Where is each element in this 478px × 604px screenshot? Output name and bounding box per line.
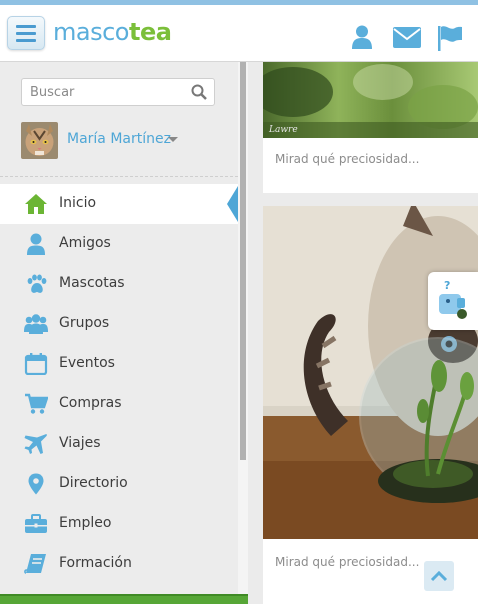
post-card[interactable]: Lawre Mirad qué preciosidad... [263,62,478,193]
sidebar-item-inicio[interactable]: Inicio [0,184,238,224]
envelope-icon[interactable] [393,27,421,48]
sidebar: María Martínez Inicio Amigos [0,62,248,604]
group-icon [24,314,48,334]
briefcase-icon [25,514,47,533]
scroll-top-button[interactable] [424,561,454,591]
cart-icon [25,393,48,414]
search-icon[interactable] [191,84,207,100]
post-image[interactable] [263,206,478,539]
post-caption: Mirad qué preciosidad... [275,152,420,166]
active-indicator [227,186,238,222]
post-card[interactable]: Mirad qué preciosidad... [263,206,478,604]
sidebar-nav: Inicio Amigos Mascotas Grupos Eventos Co… [0,184,238,584]
help-widget[interactable]: ? [428,272,478,330]
help-mascot-icon: ? [439,279,467,319]
sidebar-item-amigos[interactable]: Amigos [0,224,238,264]
map-marker-icon [28,473,44,495]
plane-icon [24,434,47,454]
menu-button[interactable] [7,16,45,50]
sidebar-item-eventos[interactable]: Eventos [0,344,238,384]
svg-text:Lawre: Lawre [268,125,298,135]
sidebar-item-label: Grupos [59,315,110,331]
sidebar-item-label: Viajes [59,435,101,451]
home-icon [25,194,47,214]
post-caption: Mirad qué preciosidad... [275,555,420,569]
book-icon [24,554,46,574]
logo[interactable]: mascotea [53,18,172,46]
avatar[interactable] [21,122,58,159]
menu-icon-bar [16,25,36,28]
sidebar-item-grupos[interactable]: Grupos [0,304,238,344]
sidebar-item-viajes[interactable]: Viajes [0,424,238,464]
chevron-down-icon[interactable] [168,137,178,142]
sidebar-item-label: Amigos [59,235,111,251]
paw-icon [27,274,47,293]
sidebar-scrollbar-thumb[interactable] [240,62,246,460]
sidebar-item-label: Compras [59,395,122,411]
post-image[interactable]: Lawre [263,62,478,138]
user-icon[interactable] [351,25,373,49]
sidebar-item-label: Inicio [59,195,97,211]
top-header: mascotea [0,0,478,62]
sidebar-item-compras[interactable]: Compras [0,384,238,424]
sidebar-item-label: Empleo [59,515,112,531]
user-profile-row[interactable]: María Martínez [21,122,221,159]
sidebar-item-formacion[interactable]: Formación [0,544,238,584]
search-box [21,78,215,106]
sidebar-item-label: Directorio [59,475,128,491]
calendar-icon [24,353,48,375]
sidebar-item-mascotas[interactable]: Mascotas [0,264,238,304]
sidebar-item-label: Eventos [59,355,115,371]
flag-icon[interactable] [437,25,463,51]
sidebar-footer-bar [0,594,248,604]
user-name[interactable]: María Martínez [67,131,171,147]
menu-icon-bar [16,39,36,42]
search-input[interactable] [22,79,182,105]
chevron-up-icon [430,570,448,582]
logo-text-part1: masco [53,18,129,46]
logo-text-part2: tea [128,18,172,46]
sidebar-item-label: Mascotas [59,275,125,291]
feed: Lawre Mirad qué preciosidad... Mirad qué… [248,62,478,604]
sidebar-item-empleo[interactable]: Empleo [0,504,238,544]
sidebar-item-label: Formación [59,555,132,571]
sidebar-scrollbar[interactable] [238,62,248,604]
user-icon [27,233,45,255]
sidebar-item-directorio[interactable]: Directorio [0,464,238,504]
svg-text:?: ? [444,279,450,292]
divider [0,176,238,177]
menu-icon-bar [16,32,36,35]
